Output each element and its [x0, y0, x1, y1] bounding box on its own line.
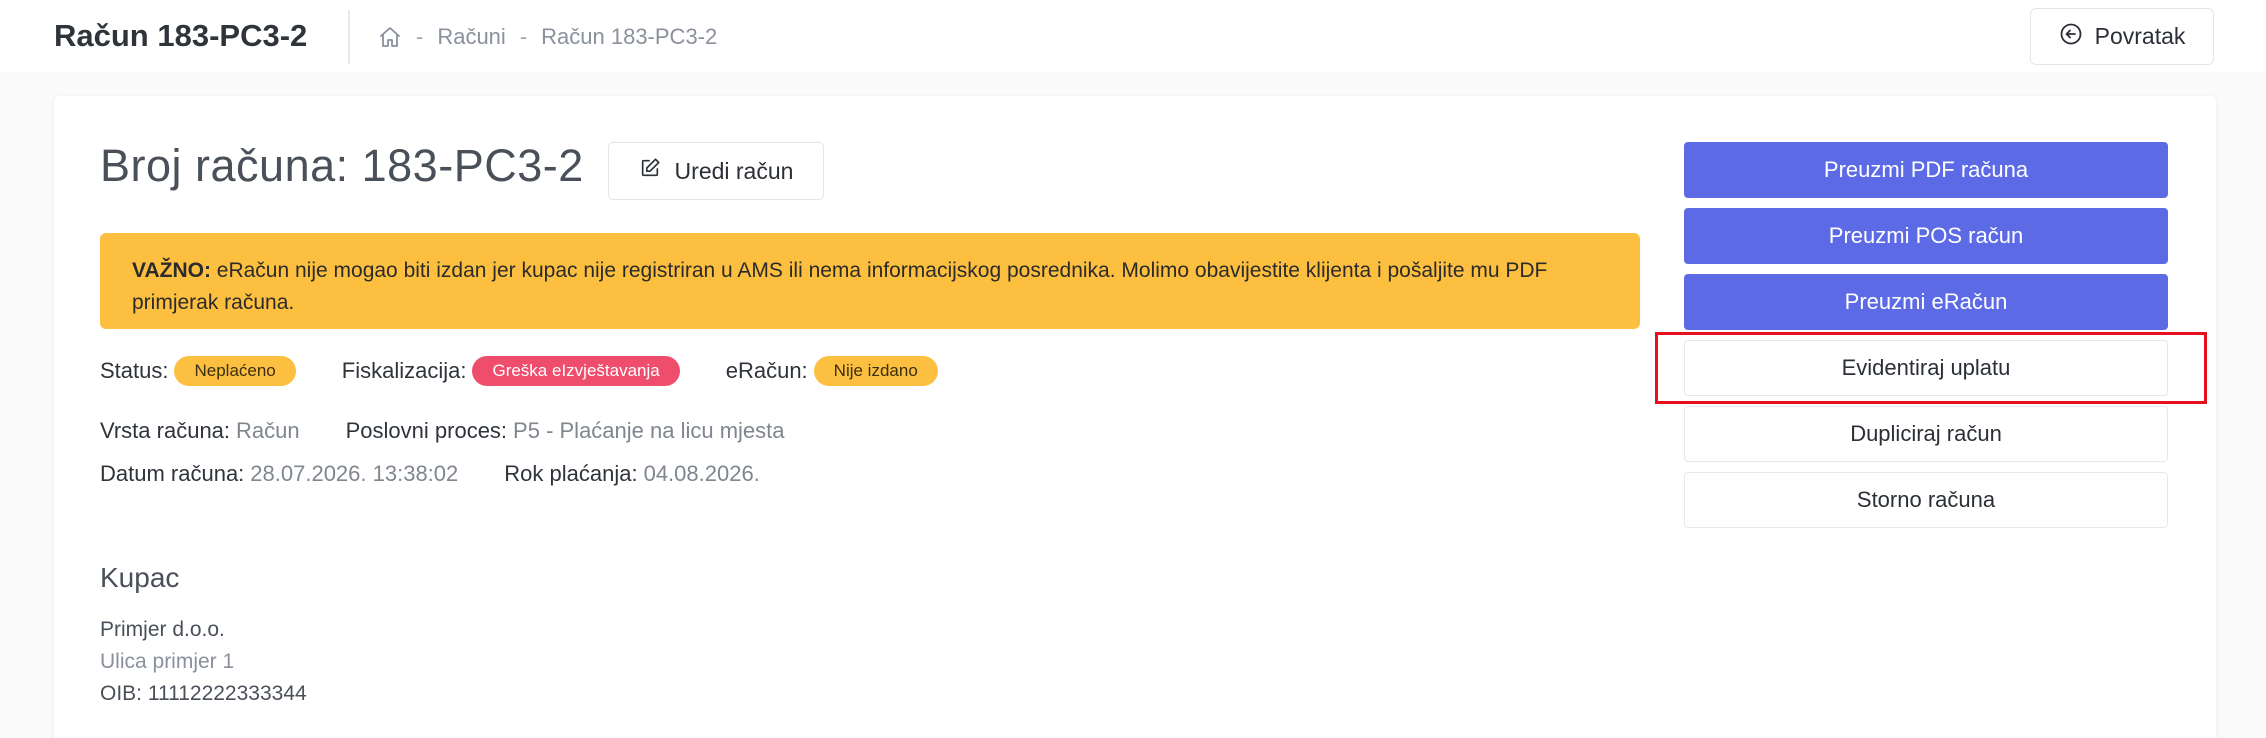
download-einvoice-button[interactable]: Preuzmi eRačun: [1684, 274, 2168, 330]
invoice-date-value: 28.07.2026. 13:38:02: [250, 461, 459, 486]
back-button-label: Povratak: [2094, 23, 2186, 49]
meta-row-dates: Datum računa: 28.07.2026. 13:38:02 Rok pl…: [100, 459, 760, 489]
due-date-value: 04.08.2026.: [643, 461, 760, 486]
business-process: Poslovni proces: P5 - Plaćanje na licu mj…: [346, 418, 785, 444]
einvoice-status-badge: Nije izdano: [813, 356, 938, 386]
status-label: Status:: [100, 358, 169, 383]
record-payment-button[interactable]: Evidentiraj uplatu: [1684, 340, 2168, 396]
edit-invoice-button[interactable]: Uredi račun: [608, 142, 824, 200]
invoice-type-label: Vrsta računa:: [100, 418, 231, 443]
invoice-date: Datum računa: 28.07.2026. 13:38:02: [100, 461, 458, 487]
breadcrumb-separator: -: [519, 24, 528, 49]
fiscalization-status-badge: Greška eIzvještavanja: [472, 356, 680, 386]
storno-invoice-button[interactable]: Storno računa: [1684, 472, 2168, 528]
business-process-label: Poslovni proces:: [345, 418, 508, 443]
fiscalization-status: Fiskalizacija: Greška eIzvještavanja: [342, 356, 680, 386]
download-pos-button[interactable]: Preuzmi POS račun: [1684, 208, 2168, 264]
einvoice-label: eRačun:: [725, 358, 808, 383]
breadcrumb: - Računi - Račun 183-PC3-2: [378, 22, 717, 52]
alert-prefix: VAŽNO:: [132, 259, 211, 282]
invoice-type: Vrsta računa: Račun: [100, 418, 300, 444]
duplicate-invoice-button[interactable]: Dupliciraj račun: [1684, 406, 2168, 462]
due-date-label: Rok plaćanja:: [504, 461, 638, 486]
due-date: Rok plaćanja: 04.08.2026.: [504, 461, 760, 487]
einvoice-warning-alert: VAŽNO: eRačun nije mogao biti izdan jer …: [100, 233, 1640, 329]
alert-text: eRačun nije mogao biti izdan jer kupac n…: [132, 259, 1548, 314]
page-title: Račun 183-PC3-2: [54, 18, 308, 53]
invoice-card: Broj računa: 183-PC3-2 Uredi račun VAŽNO…: [54, 96, 2216, 738]
arrow-left-circle-icon: [2059, 22, 2083, 52]
edit-invoice-label: Uredi račun: [674, 157, 794, 184]
payment-status: Status: Neplaćeno: [100, 356, 296, 386]
breadcrumb-separator: -: [416, 24, 424, 49]
invoice-type-value: Račun: [236, 418, 300, 443]
status-row: Status: Neplaćeno Fiskalizacija: Greška …: [100, 354, 938, 388]
fiscalization-label: Fiskalizacija:: [341, 358, 467, 383]
edit-icon: [639, 157, 661, 185]
invoice-number-heading: Broj računa: 183-PC3-2: [100, 140, 584, 191]
buyer-name: Primjer d.o.o.: [100, 618, 225, 641]
buyer-address: Ulica primjer 1: [100, 650, 235, 673]
breadcrumb-item-current: Račun 183-PC3-2: [541, 24, 718, 49]
invoice-date-label: Datum računa:: [100, 461, 245, 486]
breadcrumb-item-invoices[interactable]: Računi: [437, 24, 505, 50]
einvoice-status: eRačun: Nije izdano: [726, 356, 938, 386]
buyer-heading: Kupac: [100, 562, 180, 593]
invoice-page: Račun 183-PC3-2 - Računi - Račun 183-PC3…: [0, 0, 2266, 738]
top-header: Račun 183-PC3-2 - Računi - Račun 183-PC3…: [0, 0, 2266, 72]
meta-row-type: Vrsta računa: Račun Poslovni proces: P5 - …: [100, 416, 785, 446]
buyer-oib: OIB: 11112222333344: [100, 682, 307, 705]
home-icon[interactable]: [378, 25, 402, 49]
business-process-value: P5 - Plaćanje na licu mjesta: [513, 418, 785, 443]
back-button[interactable]: Povratak: [2030, 8, 2214, 65]
payment-status-badge: Neplaćeno: [174, 356, 296, 386]
download-pdf-button[interactable]: Preuzmi PDF računa: [1684, 142, 2168, 198]
header-divider: [348, 10, 350, 64]
